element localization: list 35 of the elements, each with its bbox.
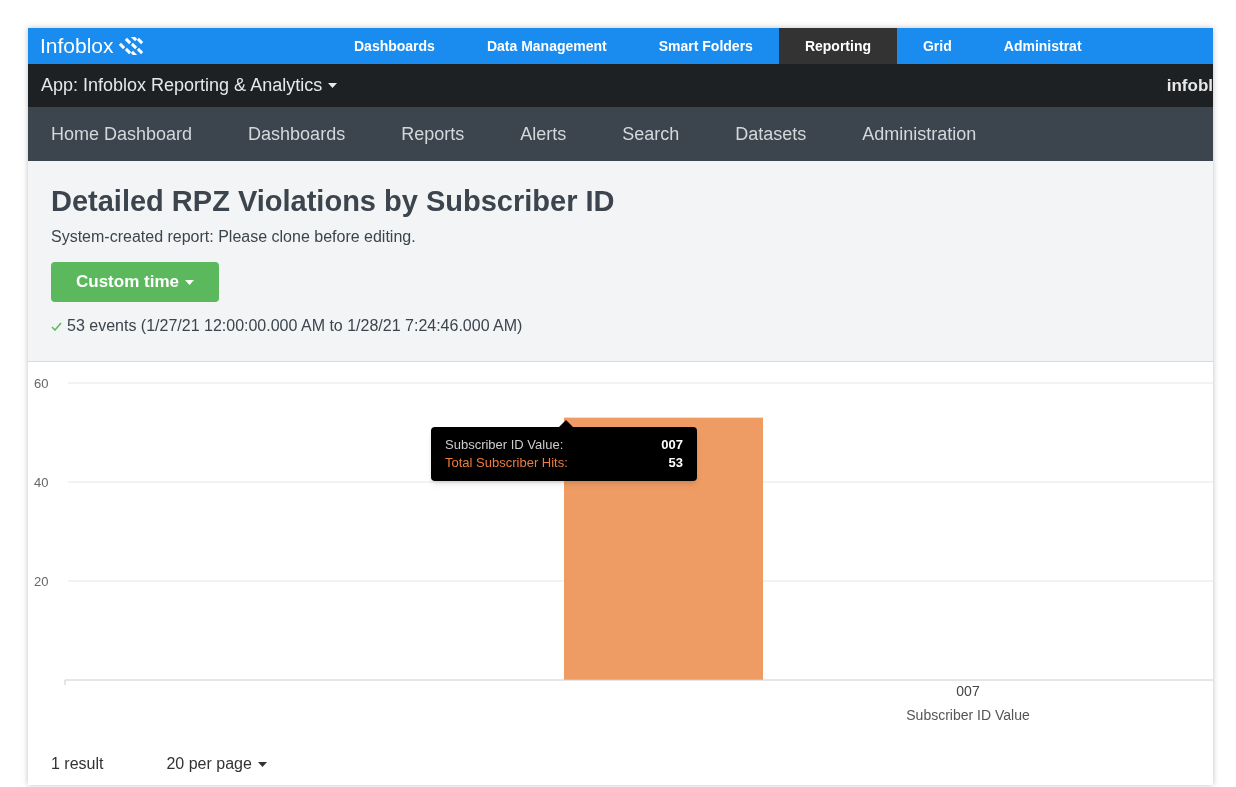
top-nav-tab[interactable]: Data Management xyxy=(460,28,633,64)
report-subtitle: System-created report: Please clone before editing. xyxy=(51,227,417,247)
brand-logo[interactable]: Infoblox xyxy=(40,30,114,62)
checkmark-icon xyxy=(51,321,62,331)
tooltip-label: Subscriber ID Value: xyxy=(445,436,564,454)
page-size-dropdown[interactable]: 20 per page xyxy=(166,752,267,776)
tooltip-value: 007 xyxy=(661,436,683,454)
top-nav-tab[interactable]: Smart Folders xyxy=(632,28,779,64)
logo-mark-icon xyxy=(117,37,144,55)
y-tick-label: 40 xyxy=(34,475,49,490)
app-nav-link[interactable]: Administration xyxy=(862,120,977,148)
event-count: 53 events (1/27/21 12:00:00.000 AM to 1/28/21 7:24:46.000 AM) xyxy=(67,316,523,336)
app-nav-link[interactable]: Search xyxy=(622,120,680,148)
x-axis-title: Subscriber ID Value xyxy=(906,707,1030,723)
x-tick-label: 007 xyxy=(956,683,980,699)
caret-icon xyxy=(184,279,194,285)
app-nav-link[interactable]: Alerts xyxy=(520,120,567,148)
app-selector[interactable]: App: Infoblox Reporting & Analytics xyxy=(41,72,338,99)
y-tick-label: 20 xyxy=(34,574,49,589)
app-nav-link[interactable]: Reports xyxy=(401,120,465,148)
caret-icon xyxy=(328,83,338,88)
caret-icon xyxy=(257,761,267,767)
app-nav-link[interactable]: Datasets xyxy=(735,120,807,148)
tooltip-label: Total Subscriber Hits: xyxy=(445,454,568,472)
top-nav-tab[interactable]: Reporting xyxy=(778,28,897,64)
y-tick-label: 60 xyxy=(34,376,49,391)
top-nav-tab[interactable]: Dashboards xyxy=(328,28,461,64)
top-nav-tab[interactable]: Grid xyxy=(897,28,978,64)
tooltip-value: 53 xyxy=(668,454,683,472)
app-nav-link[interactable]: Dashboards xyxy=(248,120,346,148)
top-nav-tab[interactable]: Administrat xyxy=(977,28,1108,64)
result-count: 1 result xyxy=(51,754,104,774)
app-nav-link[interactable]: Home Dashboard xyxy=(51,120,193,148)
user-menu[interactable]: infobl xyxy=(1166,72,1213,99)
report-title: Detailed RPZ Violations by Subscriber ID xyxy=(51,184,616,219)
